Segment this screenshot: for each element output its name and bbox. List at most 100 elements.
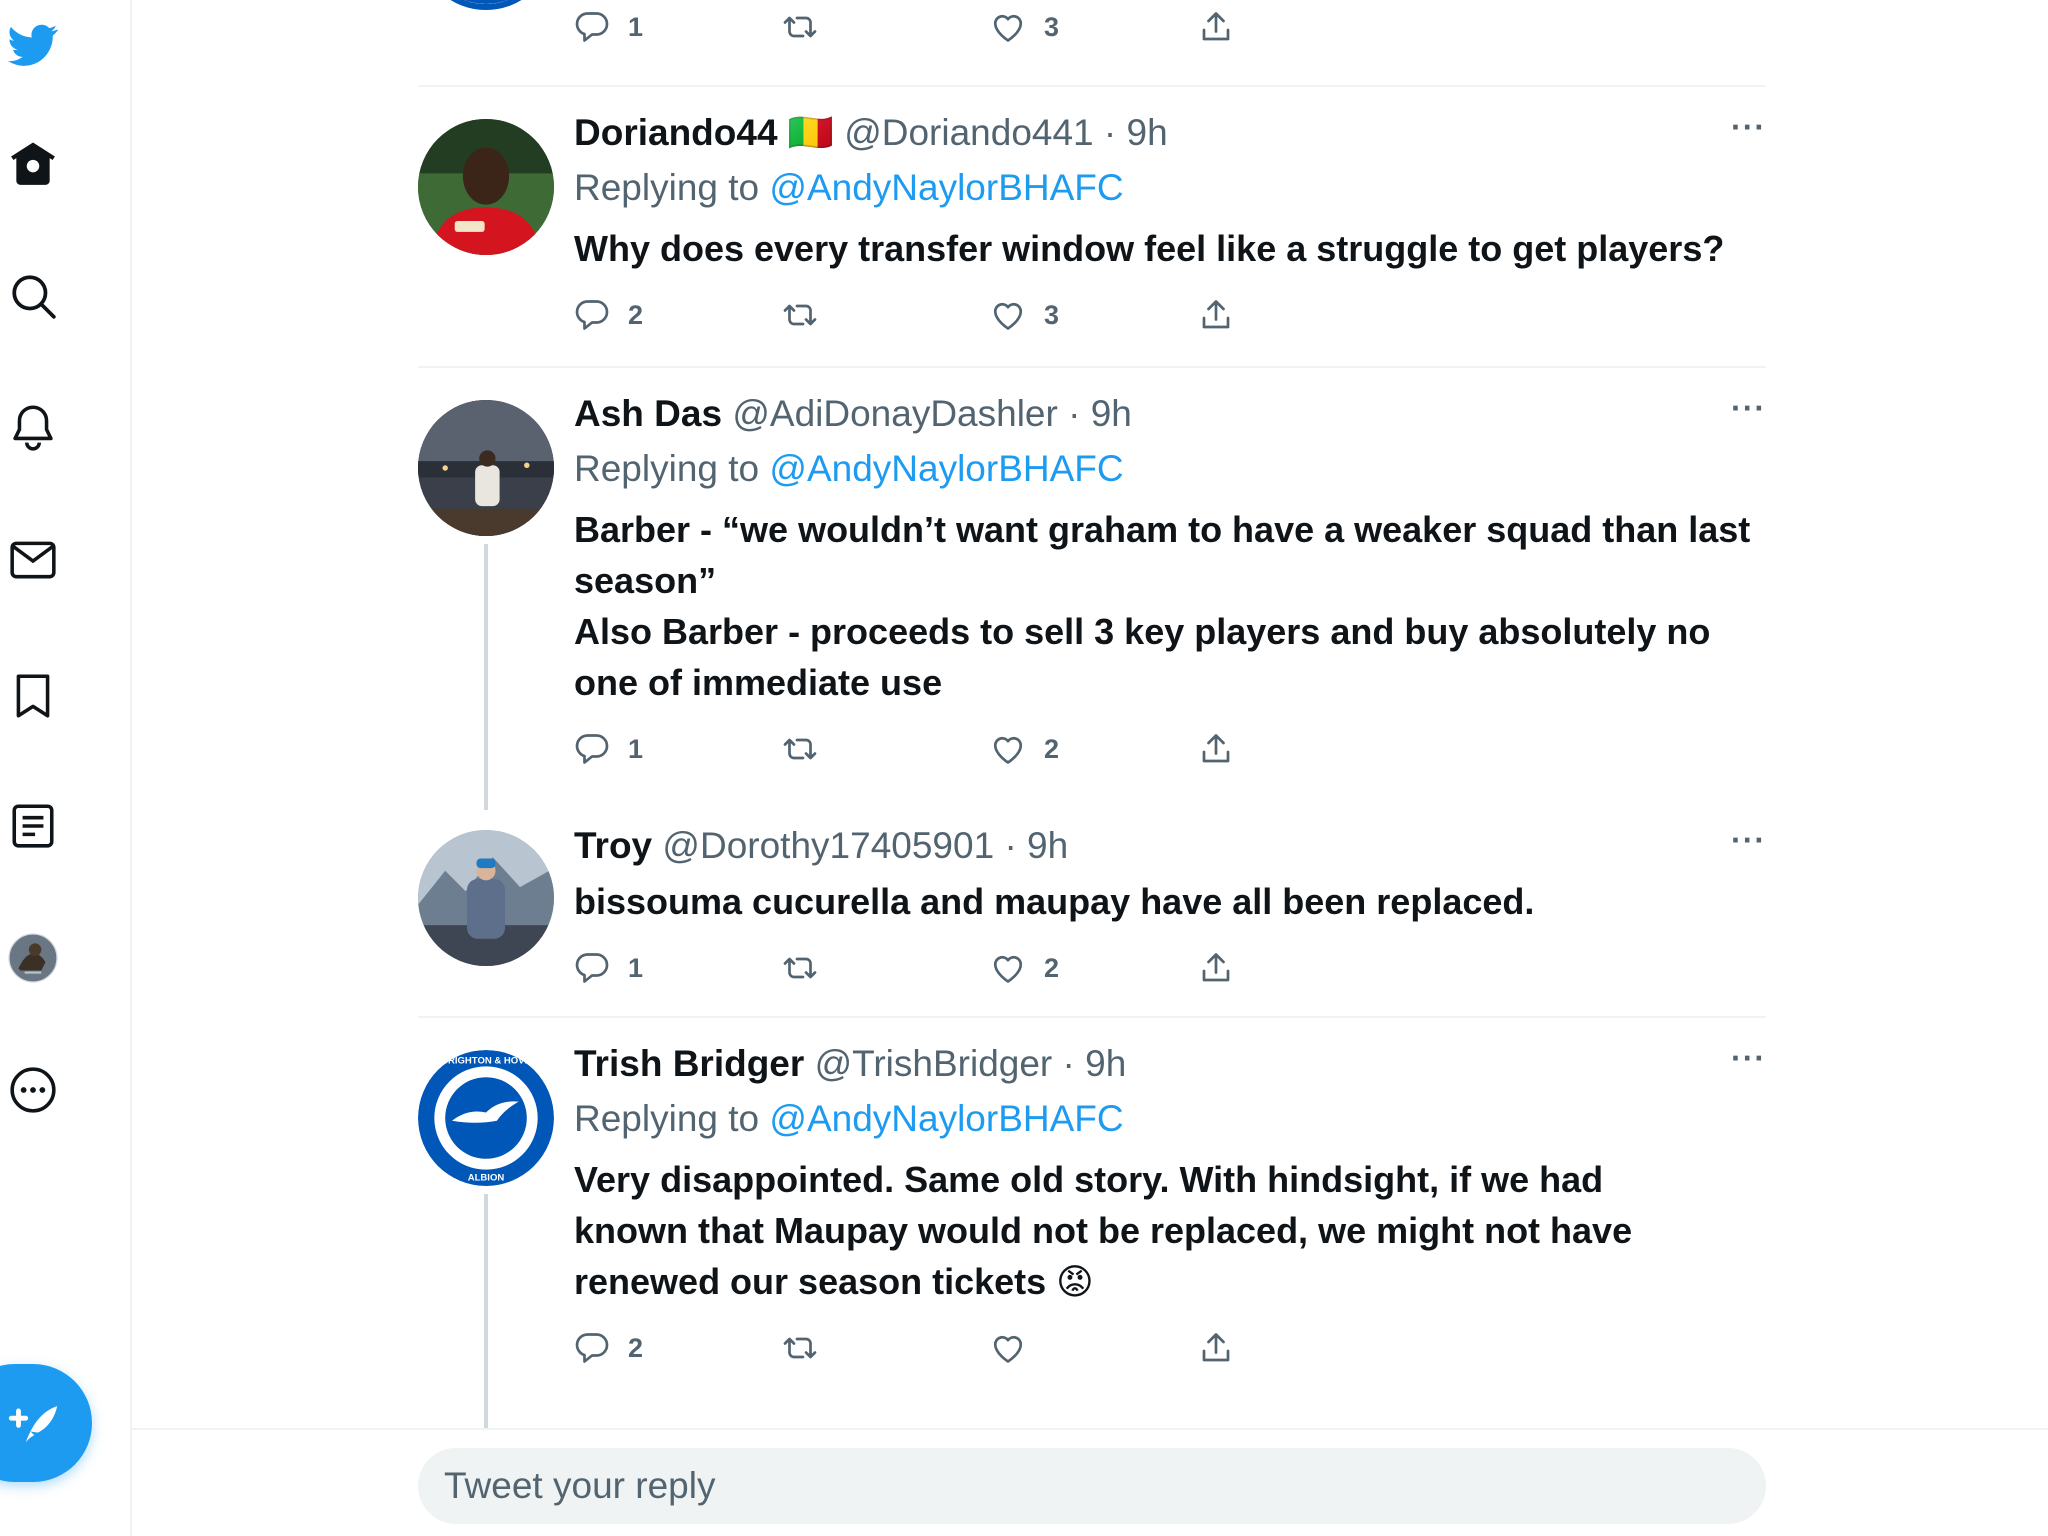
reply-icon	[575, 1333, 609, 1363]
heart-icon	[993, 14, 1023, 42]
tweet-time[interactable]: · 9h	[1104, 112, 1168, 153]
lists-icon[interactable]	[0, 793, 66, 859]
profile-avatar[interactable]	[0, 925, 66, 991]
tweet-time[interactable]: · 9h	[1063, 1043, 1127, 1084]
like-button[interactable]: 3	[990, 2, 1059, 52]
like-count: 2	[1044, 952, 1060, 983]
author-handle[interactable]: @AdiDonayDashler	[732, 393, 1057, 434]
author-name[interactable]: Doriando44	[574, 112, 778, 153]
home-icon[interactable]	[0, 131, 66, 197]
replying-prefix: Replying to	[574, 167, 770, 208]
retweet-button[interactable]	[782, 290, 818, 340]
replying-to: Replying to @AndyNaylorBHAFC	[574, 1094, 1766, 1144]
share-button[interactable]	[1198, 943, 1234, 993]
svg-text:BRIGHTON & HOVE: BRIGHTON & HOVE	[441, 1056, 531, 1067]
retweet-icon	[783, 957, 817, 979]
tweet[interactable]: Doriando44 🇲🇱 @Doriando441 · 9h ··· Repl…	[418, 87, 1766, 368]
like-button[interactable]: 3	[990, 290, 1059, 340]
reply-button[interactable]: 1	[574, 2, 643, 52]
share-icon	[1202, 1333, 1230, 1362]
tweet[interactable]: BRIGHTON & HOVE ALBION Trish Bridger @Tri…	[418, 1018, 1766, 1436]
reply-count: 2	[628, 299, 644, 330]
author-name[interactable]: Troy	[574, 825, 652, 866]
reply-icon	[575, 300, 609, 330]
tweet-text: Why does every transfer window feel like…	[574, 228, 1725, 269]
more-options-button[interactable]: ···	[1731, 1040, 1766, 1077]
share-button[interactable]	[1198, 290, 1234, 340]
retweet-icon	[783, 738, 817, 760]
like-count: 3	[1044, 299, 1060, 330]
tweet-text-line: Barber - “we wouldn’t want graham to hav…	[574, 509, 1751, 601]
retweet-button[interactable]	[782, 943, 818, 993]
tweet-text: bissouma cucurella and maupay have all b…	[574, 881, 1535, 922]
tweet[interactable]: Ash Das @AdiDonayDashler · 9h ··· Replyi…	[418, 368, 1766, 810]
reply-button[interactable]: 1	[574, 724, 643, 774]
heart-icon	[993, 736, 1023, 764]
svg-text:ALBION: ALBION	[468, 1173, 505, 1184]
search-icon[interactable]	[0, 263, 66, 329]
reply-icon	[575, 734, 609, 764]
reply-button[interactable]: 2	[574, 1323, 643, 1373]
more-icon[interactable]	[0, 1057, 66, 1123]
thread-connector	[484, 544, 488, 810]
reply-count: 1	[628, 952, 644, 983]
more-options-button[interactable]: ···	[1731, 822, 1766, 859]
conversation-timeline: ALBION 1 3	[132, 0, 2048, 1536]
mention-link[interactable]: @AndyNaylorBHAFC	[769, 448, 1123, 489]
ash-das-avatar[interactable]	[418, 400, 554, 536]
share-button[interactable]	[1198, 724, 1234, 774]
more-options-button[interactable]: ···	[1731, 390, 1766, 427]
mention-link[interactable]: @AndyNaylorBHAFC	[769, 167, 1123, 208]
tweet-partial-top[interactable]: ALBION 1 3	[418, 0, 1766, 87]
feather-plus-icon	[8, 1406, 58, 1443]
sidebar-nav	[0, 0, 132, 1536]
reply-input[interactable]: Tweet your reply	[418, 1448, 1766, 1524]
reply-count: 1	[628, 733, 644, 764]
notifications-icon[interactable]	[0, 394, 66, 460]
retweet-button[interactable]	[782, 724, 818, 774]
heart-icon	[993, 955, 1023, 983]
share-icon	[1202, 12, 1230, 41]
author-handle[interactable]: @Doriando441	[844, 112, 1093, 153]
like-button[interactable]: 2	[990, 724, 1059, 774]
reply-button[interactable]: 1	[574, 943, 643, 993]
tweet-text-line: Also Barber - proceeds to sell 3 key pla…	[574, 611, 1711, 703]
author-handle[interactable]: @Dorothy17405901	[662, 825, 994, 866]
share-button[interactable]	[1198, 2, 1234, 52]
brighton-avatar[interactable]: ALBION	[418, 0, 554, 10]
tweet-text: Barber - “we wouldn’t want graham to hav…	[574, 504, 1754, 708]
like-button[interactable]	[990, 1323, 1044, 1373]
retweet-button[interactable]	[782, 2, 818, 52]
author-handle[interactable]: @TrishBridger	[815, 1043, 1053, 1084]
tweet-time[interactable]: · 9h	[1004, 825, 1068, 866]
share-button[interactable]	[1198, 1323, 1234, 1373]
mention-link[interactable]: @AndyNaylorBHAFC	[769, 1098, 1123, 1139]
bookmarks-icon[interactable]	[0, 663, 66, 729]
like-button[interactable]: 2	[990, 943, 1059, 993]
retweet-button[interactable]	[782, 1323, 818, 1373]
reply-composer: Tweet your reply	[132, 1428, 2048, 1536]
retweet-icon	[783, 16, 817, 38]
retweet-icon	[783, 1337, 817, 1359]
share-icon	[1202, 953, 1230, 982]
messages-icon[interactable]	[0, 527, 66, 593]
doriando44-avatar[interactable]	[418, 119, 554, 255]
twitter-logo-icon[interactable]	[0, 12, 66, 78]
tweet-time[interactable]: · 9h	[1068, 393, 1132, 434]
trish-bridger-avatar[interactable]: BRIGHTON & HOVE ALBION	[418, 1050, 554, 1186]
author-name[interactable]: Trish Bridger	[574, 1043, 804, 1084]
replying-prefix: Replying to	[574, 448, 770, 489]
troy-avatar[interactable]	[418, 830, 554, 966]
tweet-text: Very disappointed. Same old story. With …	[574, 1159, 1633, 1302]
replying-to: Replying to @AndyNaylorBHAFC	[574, 163, 1766, 213]
heart-icon	[993, 1335, 1023, 1363]
author-name[interactable]: Ash Das	[574, 393, 722, 434]
reply-button[interactable]: 2	[574, 290, 643, 340]
tweet[interactable]: Troy @Dorothy17405901 · 9h ··· bissouma …	[418, 800, 1766, 1018]
share-icon	[1202, 300, 1230, 329]
reply-icon	[575, 12, 609, 42]
more-options-button[interactable]: ···	[1731, 109, 1766, 146]
flag-emoji: 🇲🇱	[787, 112, 834, 153]
compose-tweet-button[interactable]	[0, 1364, 92, 1482]
retweet-icon	[783, 304, 817, 326]
